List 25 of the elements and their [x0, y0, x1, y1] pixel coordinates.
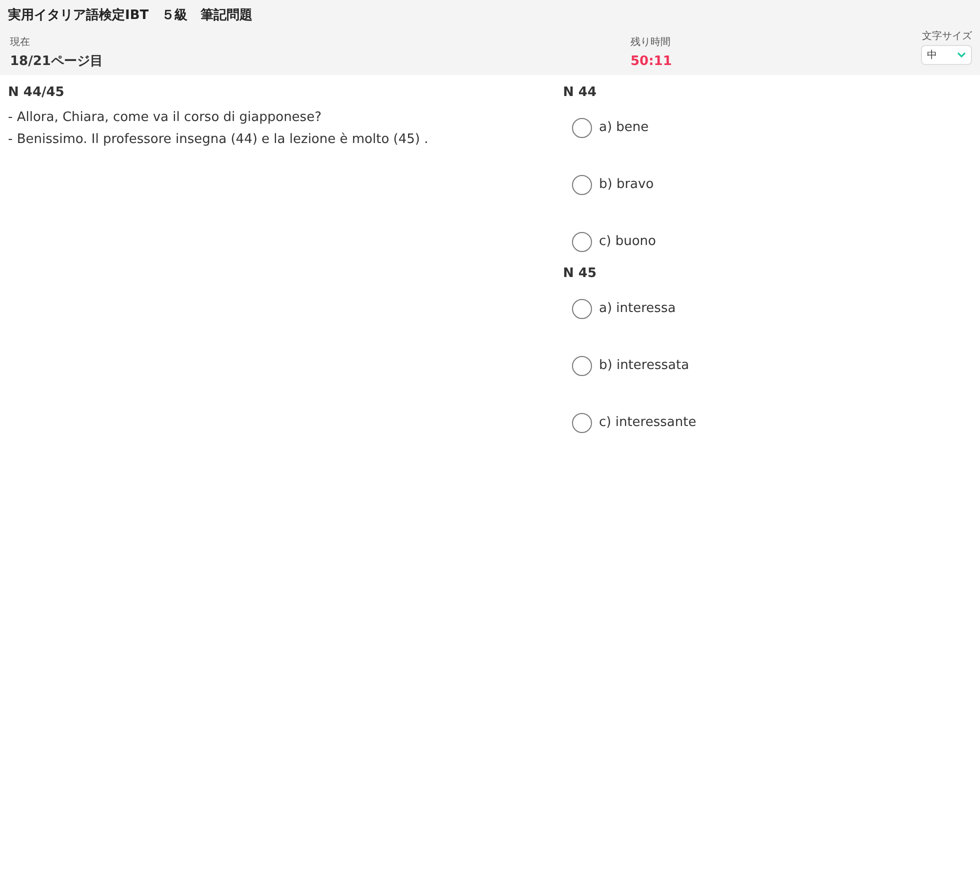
current-page: 18/21ページ目	[10, 54, 104, 70]
font-size-label: 文字サイズ	[922, 31, 972, 43]
passage-heading: N 44/45	[8, 85, 66, 101]
radio-button[interactable]	[572, 232, 592, 252]
radio-button[interactable]	[572, 413, 592, 433]
radio-button[interactable]	[572, 356, 592, 376]
remaining-label: 残り時間	[630, 37, 672, 49]
answer-option[interactable]: c) buono	[572, 231, 656, 253]
page-title: 実用イタリア語検定IBT ５級 筆記問題	[8, 8, 254, 25]
radio-button[interactable]	[572, 299, 592, 319]
question-heading: N 44	[563, 85, 598, 101]
passage-line: - Benissimo. Il professore insegna (44) e la lezione è molto (45) .	[8, 131, 430, 149]
remaining-time: 50:11	[630, 54, 673, 70]
answer-option[interactable]: b) bravo	[572, 174, 654, 196]
chevron-down-icon	[957, 52, 966, 58]
current-label: 現在	[10, 37, 31, 49]
answer-option[interactable]: a) interessa	[572, 298, 676, 320]
radio-button[interactable]	[572, 118, 592, 138]
answer-option[interactable]: a) bene	[572, 117, 649, 139]
question-heading: N 45	[563, 266, 598, 282]
passage-line: - Allora, Chiara, come va il corso di giapponese?	[8, 109, 322, 127]
radio-button[interactable]	[572, 175, 592, 195]
font-size-select[interactable]: 中	[921, 45, 972, 65]
answer-option[interactable]: c) interessante	[572, 412, 696, 434]
answer-option[interactable]: b) interessata	[572, 355, 690, 377]
